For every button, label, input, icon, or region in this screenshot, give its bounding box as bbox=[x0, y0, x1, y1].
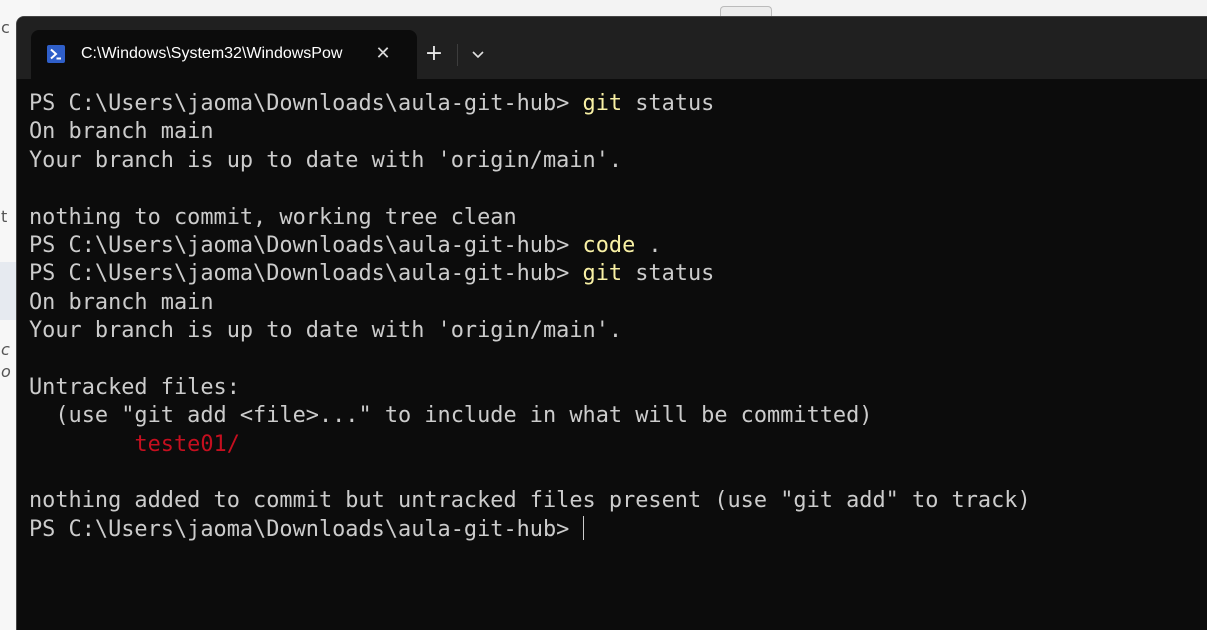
output-text: nothing added to commit but untracked fi… bbox=[29, 488, 1031, 514]
terminal-line: nothing added to commit but untracked fi… bbox=[29, 487, 1199, 515]
output-text: Your branch is up to date with 'origin/m… bbox=[29, 147, 623, 173]
powershell-icon bbox=[47, 45, 65, 63]
command-args: . bbox=[635, 232, 662, 258]
chevron-down-icon[interactable] bbox=[465, 40, 491, 68]
terminal-line: PS C:\Users\jaoma\Downloads\aula-git-hub… bbox=[29, 515, 1199, 544]
prompt-text: PS C:\Users\jaoma\Downloads\aula-git-hub… bbox=[29, 261, 583, 287]
terminal-output[interactable]: PS C:\Users\jaoma\Downloads\aula-git-hub… bbox=[29, 90, 1199, 544]
terminal-line: Untracked files: bbox=[29, 374, 1199, 402]
terminal-line: Your branch is up to date with 'origin/m… bbox=[29, 147, 1199, 175]
command-text: git bbox=[582, 261, 623, 287]
terminal-line: On branch main bbox=[29, 118, 1199, 146]
tab-powershell[interactable]: C:\Windows\System32\WindowsPowerShell\v1… bbox=[31, 30, 417, 79]
output-text: nothing to commit, working tree clean bbox=[29, 204, 517, 230]
background-text-fragment: c bbox=[1, 340, 10, 359]
terminal-line: nothing to commit, working tree clean bbox=[29, 204, 1199, 232]
close-tab-icon[interactable]: ✕ bbox=[370, 41, 396, 67]
terminal-window: C:\Windows\System32\WindowsPowerShell\v1… bbox=[16, 16, 1207, 630]
output-text: Your branch is up to date with 'origin/m… bbox=[29, 318, 623, 344]
tab-bar: C:\Windows\System32\WindowsPowerShell\v1… bbox=[17, 17, 1207, 79]
new-tab-button[interactable]: + bbox=[421, 40, 447, 68]
output-indent bbox=[29, 432, 134, 457]
untracked-file: teste01/ bbox=[134, 431, 240, 457]
terminal-line: PS C:\Users\jaoma\Downloads\aula-git-hub… bbox=[29, 260, 1199, 288]
prompt-text: PS C:\Users\jaoma\Downloads\aula-git-hub… bbox=[29, 232, 583, 258]
prompt-text: PS C:\Users\jaoma\Downloads\aula-git-hub… bbox=[29, 516, 583, 542]
tab-divider bbox=[457, 44, 458, 66]
background-text-fragment: t bbox=[1, 207, 8, 226]
prompt-text: PS C:\Users\jaoma\Downloads\aula-git-hub… bbox=[29, 91, 583, 116]
terminal-line: PS C:\Users\jaoma\Downloads\aula-git-hub… bbox=[29, 232, 1199, 260]
terminal-line: (use "git add <file>..." to include in w… bbox=[29, 402, 1199, 430]
command-text: git bbox=[582, 91, 623, 116]
screenshot: c t c o C:\Windows\System32\WindowsPower… bbox=[0, 0, 1207, 630]
output-text: (use "git add <file>..." to include in w… bbox=[29, 403, 873, 429]
command-args: status bbox=[622, 91, 715, 116]
terminal-line: teste01/ bbox=[29, 431, 1199, 459]
background-text-fragment: c bbox=[1, 18, 10, 37]
output-text: On branch main bbox=[29, 289, 214, 315]
background-text-fragment: o bbox=[1, 362, 11, 381]
terminal-line: PS C:\Users\jaoma\Downloads\aula-git-hub… bbox=[29, 90, 1199, 118]
terminal-line: On branch main bbox=[29, 289, 1199, 317]
output-text: On branch main bbox=[29, 119, 214, 145]
output-text: Untracked files: bbox=[29, 374, 240, 400]
tab-title: C:\Windows\System32\WindowsPowerShell\v1… bbox=[81, 45, 343, 62]
command-text: code bbox=[582, 232, 636, 258]
command-args: status bbox=[622, 261, 715, 287]
terminal-line: Your branch is up to date with 'origin/m… bbox=[29, 317, 1199, 345]
text-cursor bbox=[582, 515, 584, 540]
